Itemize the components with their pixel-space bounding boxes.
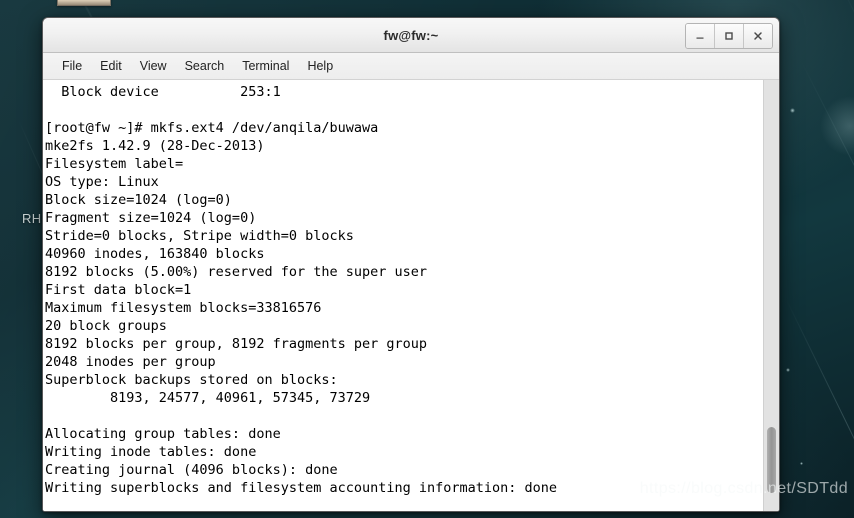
menu-item-edit[interactable]: Edit — [91, 56, 131, 76]
wallpaper-streak — [786, 299, 854, 518]
minimize-icon[interactable] — [686, 24, 715, 48]
terminal-body[interactable]: Block device 253:1 [root@fw ~]# mkfs.ext… — [43, 80, 779, 511]
terminal-scrollbar[interactable] — [763, 80, 779, 511]
window-title-bar[interactable]: fw@fw:~ — [43, 18, 779, 53]
menu-item-terminal[interactable]: Terminal — [233, 56, 298, 76]
wallpaper-glow — [786, 368, 790, 372]
wallpaper-streak — [838, 0, 854, 358]
maximize-icon[interactable] — [715, 24, 744, 48]
terminal-output[interactable]: Block device 253:1 [root@fw ~]# mkfs.ext… — [43, 80, 763, 511]
window-controls — [685, 23, 773, 49]
scrollbar-thumb[interactable] — [767, 427, 776, 493]
window-title: fw@fw:~ — [383, 27, 439, 43]
menu-item-help[interactable]: Help — [298, 56, 342, 76]
wallpaper-streak — [800, 59, 854, 518]
wallpaper-glow — [790, 108, 795, 113]
menu-item-file[interactable]: File — [53, 56, 91, 76]
menu-item-view[interactable]: View — [131, 56, 176, 76]
terminal-window[interactable]: fw@fw:~ File Edit View Search Terminal H… — [42, 17, 780, 512]
menu-bar: File Edit View Search Terminal Help — [43, 53, 779, 80]
menu-item-search[interactable]: Search — [176, 56, 234, 76]
wallpaper-glow — [820, 96, 854, 156]
wallpaper-glow — [800, 462, 803, 465]
desktop-background: RHEL fw@fw:~ File Edit View Search Termi… — [0, 0, 854, 518]
background-window-edge[interactable] — [57, 0, 111, 6]
close-icon[interactable] — [744, 24, 772, 48]
